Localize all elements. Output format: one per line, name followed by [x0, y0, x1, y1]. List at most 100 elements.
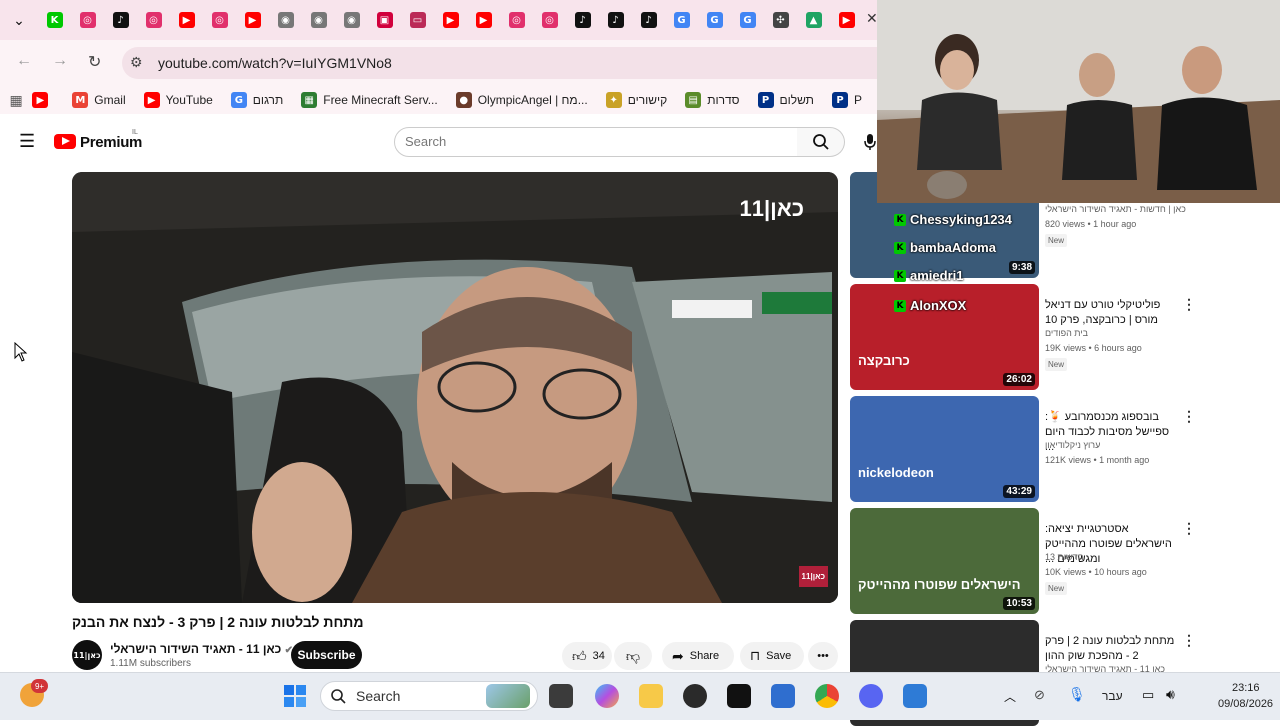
share-icon: ➦ — [672, 647, 684, 664]
related-video-channel[interactable]: חדשות 13 — [1045, 552, 1084, 562]
browser-tab[interactable]: ▭ — [401, 0, 434, 40]
instagram-icon: ◎ — [79, 12, 96, 28]
related-video-title[interactable]: פוליטיקלי טורט עם דניאל מורס | כרובקצה, … — [1045, 298, 1175, 328]
more-actions-button[interactable]: ••• — [808, 642, 838, 670]
obs-icon[interactable] — [683, 684, 707, 708]
browser-tab[interactable]: ▶ — [830, 0, 863, 40]
related-video-views: 820 views • 1 hour ago — [1045, 219, 1137, 229]
discord-icon[interactable] — [859, 684, 883, 708]
channel-corner-logo[interactable]: כאן|11 — [798, 566, 828, 587]
more-vertical-icon[interactable]: ⋮ — [1182, 632, 1196, 649]
youtube-icon: ▶ — [442, 12, 459, 28]
close-tab-icon[interactable]: ✕ — [866, 10, 878, 27]
bookmark-item[interactable]: ● OlympicAngel | מח... — [455, 92, 588, 108]
video-player[interactable]: כאן|11 כאן|11 — [72, 172, 838, 603]
apps-grid-icon[interactable]: ▦ — [0, 92, 32, 109]
browser-tab[interactable]: ▶ — [434, 0, 467, 40]
start-icon[interactable] — [283, 684, 307, 708]
like-button[interactable]: 👍︎ 34 — [562, 642, 612, 670]
clock-date[interactable]: 09/08/2026 — [1218, 698, 1273, 710]
network-off-icon[interactable]: ⊘ — [1034, 687, 1045, 703]
copilot-icon[interactable] — [595, 684, 619, 708]
browser-tab[interactable]: ♪ — [104, 0, 137, 40]
search-button[interactable] — [797, 127, 845, 157]
browser-tab[interactable]: ▶ — [170, 0, 203, 40]
bookmark-item[interactable]: ▤ סדרות — [685, 92, 740, 108]
browser-tab[interactable]: K — [38, 0, 71, 40]
bookmark-item[interactable]: G תרגום — [230, 92, 284, 108]
file-explorer-icon[interactable] — [639, 684, 663, 708]
logo-text[interactable]: Premium — [80, 134, 142, 151]
url-text[interactable]: youtube.com/watch?v=IuIYGM1VNo8 — [158, 55, 392, 71]
more-vertical-icon[interactable]: ⋮ — [1182, 296, 1196, 313]
ndi-icon[interactable] — [727, 684, 751, 708]
tab-search-chevron-icon[interactable]: ⌄ — [0, 0, 38, 40]
reload-button[interactable]: ↻ — [88, 52, 101, 72]
mic-tray-icon[interactable]: 🎙︎ — [1068, 686, 1086, 703]
display-icon[interactable]: ▭ — [1142, 687, 1154, 703]
bookmark-label: OlympicAngel | מח... — [477, 93, 588, 107]
tab-strip: ⌄ K ◎ ♪ ◎ ▶ ◎ ▶ ◉ ◉ ◉ ▣ ▭ ▶ ▶ ◎ ◎ ♪ ♪ ♪ G G G ✣ ▲ ▶ — [0, 0, 880, 40]
browser-tab[interactable]: ✣ — [764, 0, 797, 40]
bookmark-item[interactable]: ✦ קישורים — [605, 92, 667, 108]
channel-name[interactable]: כאן 11 - תאגיד השידור הישראלי ✔ — [110, 642, 293, 656]
search-input[interactable] — [394, 127, 798, 157]
bookmark-item[interactable]: ▶ YouTube — [143, 92, 213, 108]
photos-icon[interactable] — [903, 684, 927, 708]
tiktok-icon: ♪ — [607, 12, 624, 28]
volume-icon[interactable]: 🔊︎ — [1166, 686, 1175, 703]
browser-tab[interactable]: ▣ — [368, 0, 401, 40]
channel-name-text[interactable]: כאן 11 - תאגיד השידור הישראלי — [110, 642, 281, 656]
related-video-channel[interactable]: ערוץ ניקלודיאון — [1045, 440, 1100, 450]
browser-tab[interactable]: ◉ — [302, 0, 335, 40]
bookmark-item[interactable]: M Gmail — [72, 92, 126, 108]
site-info-icon[interactable]: ⚙ — [130, 54, 143, 71]
browser-tab[interactable]: ♪ — [566, 0, 599, 40]
dislike-button[interactable]: 👎︎ — [614, 642, 652, 670]
browser-tab[interactable]: G — [731, 0, 764, 40]
microphone-icon[interactable] — [864, 133, 876, 151]
notes-icon[interactable] — [771, 684, 795, 708]
bookmark-item[interactable]: P תשלום — [757, 92, 814, 108]
related-video-title[interactable]: מתחת לבלטות עונה 2 | פרק 2 - מהפכת שוק ה… — [1045, 634, 1175, 664]
chat-username: amiedri1 — [910, 268, 964, 283]
save-button[interactable]: ⊓ Save — [740, 642, 804, 670]
share-button[interactable]: ➦ Share — [662, 642, 734, 670]
bookmark-item[interactable]: ▦ Free Minecraft Serv... — [301, 92, 438, 108]
browser-tab[interactable]: G — [665, 0, 698, 40]
browser-tab[interactable]: ◎ — [533, 0, 566, 40]
browser-tab[interactable]: ◉ — [335, 0, 368, 40]
related-video-channel[interactable]: כאן | חדשות - תאגיד השידור הישראלי — [1045, 204, 1186, 214]
bookmark-item[interactable]: PP — [831, 92, 862, 108]
browser-tab[interactable]: ◎ — [71, 0, 104, 40]
channel-avatar[interactable]: כאן|11 — [72, 640, 102, 670]
instagram-icon: ◎ — [145, 12, 162, 28]
chrome-taskbar-icon[interactable] — [815, 684, 839, 708]
browser-tab[interactable]: G — [698, 0, 731, 40]
browser-tab[interactable]: ◎ — [203, 0, 236, 40]
bookmark-item[interactable]: ▶ — [32, 92, 54, 108]
browser-tab[interactable]: ♪ — [632, 0, 665, 40]
browser-tab[interactable]: ▶ — [236, 0, 269, 40]
browser-tab[interactable]: ♪ — [599, 0, 632, 40]
bookmark-label: תרגום — [252, 93, 284, 107]
browser-tab[interactable]: ◎ — [500, 0, 533, 40]
browser-tab[interactable]: ▲ — [797, 0, 830, 40]
forward-button[interactable]: → — [52, 52, 68, 70]
tray-chevron-icon[interactable]: ︿ — [1004, 688, 1016, 705]
browser-tab[interactable]: ◎ — [137, 0, 170, 40]
input-language[interactable]: עבר — [1102, 689, 1123, 703]
related-video-thumbnail[interactable]: nickelodeon 43:29 — [850, 396, 1039, 502]
back-button[interactable]: ← — [16, 52, 32, 70]
guide-menu-icon[interactable]: ☰ — [19, 131, 35, 152]
subscribe-button[interactable]: Subscribe — [291, 641, 362, 669]
more-vertical-icon[interactable]: ⋮ — [1182, 520, 1196, 537]
clock-time[interactable]: 23:16 — [1232, 682, 1260, 694]
search-placeholder: Search — [405, 134, 447, 149]
more-vertical-icon[interactable]: ⋮ — [1182, 408, 1196, 425]
task-view-icon[interactable] — [549, 684, 573, 708]
browser-tab[interactable]: ◉ — [269, 0, 302, 40]
related-video-thumbnail[interactable]: הישראלים שפוטרו מההייטק 10:53 — [850, 508, 1039, 614]
related-video-channel[interactable]: בית הפודים — [1045, 328, 1088, 338]
browser-tab[interactable]: ▶ — [467, 0, 500, 40]
